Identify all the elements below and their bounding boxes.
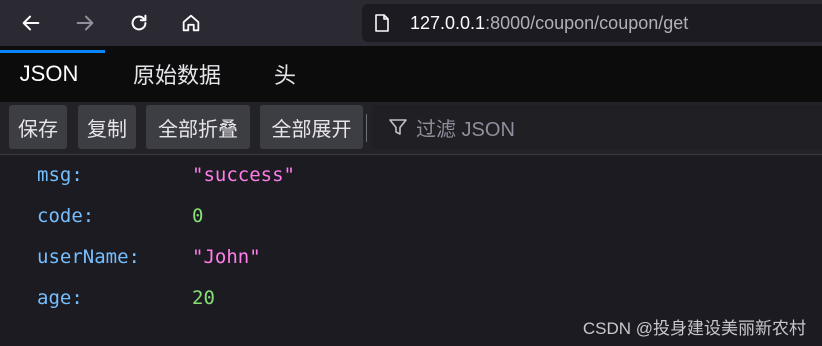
url-text: 127.0.0.1:8000/coupon/coupon/get — [410, 12, 688, 34]
json-toolbar: 保存 复制 全部折叠 全部展开 过滤 JSON — [0, 102, 822, 155]
reload-button[interactable] — [122, 6, 156, 40]
viewer-tab-bar: JSON 原始数据 头 — [0, 46, 822, 102]
json-key: age: — [37, 287, 83, 309]
json-row-age[interactable]: age: 20 — [0, 278, 822, 319]
filter-placeholder: 过滤 JSON — [416, 118, 515, 141]
collapse-all-button[interactable]: 全部折叠 — [146, 105, 250, 149]
json-key: msg: — [37, 164, 83, 186]
json-row-code[interactable]: code: 0 — [0, 196, 822, 237]
forward-button[interactable] — [68, 6, 102, 40]
json-key: userName: — [37, 246, 140, 268]
json-row-username[interactable]: userName: "John" — [0, 237, 822, 278]
save-button[interactable]: 保存 — [9, 105, 67, 149]
tab-raw-data[interactable]: 原始数据 — [112, 46, 242, 102]
json-key: code: — [37, 205, 95, 227]
back-arrow-icon — [22, 15, 40, 31]
url-path: :8000/coupon/coupon/get — [485, 13, 689, 33]
filter-input[interactable]: 过滤 JSON — [372, 105, 822, 149]
json-value: 20 — [192, 287, 215, 309]
page-icon — [375, 14, 389, 32]
reload-icon — [131, 14, 147, 31]
tab-json[interactable]: JSON — [0, 46, 98, 102]
home-icon — [182, 14, 200, 32]
url-host: 127.0.0.1 — [410, 13, 486, 33]
expand-all-button[interactable]: 全部展开 — [260, 105, 363, 149]
back-button[interactable] — [14, 6, 48, 40]
toolbar-divider — [366, 114, 367, 142]
filter-icon — [389, 119, 407, 135]
json-value: "success" — [192, 164, 295, 186]
address-bar[interactable]: 127.0.0.1:8000/coupon/coupon/get — [362, 4, 822, 42]
home-button[interactable] — [174, 6, 208, 40]
copy-button[interactable]: 复制 — [78, 105, 136, 149]
browser-toolbar: 127.0.0.1:8000/coupon/coupon/get — [0, 0, 822, 46]
json-value: "John" — [192, 246, 261, 268]
json-row-msg[interactable]: msg: "success" — [0, 155, 822, 196]
tab-headers[interactable]: 头 — [262, 46, 308, 102]
json-value: 0 — [192, 205, 204, 227]
forward-arrow-icon — [76, 15, 94, 31]
watermark: CSDN @投身建设美丽新农村 — [582, 319, 806, 338]
